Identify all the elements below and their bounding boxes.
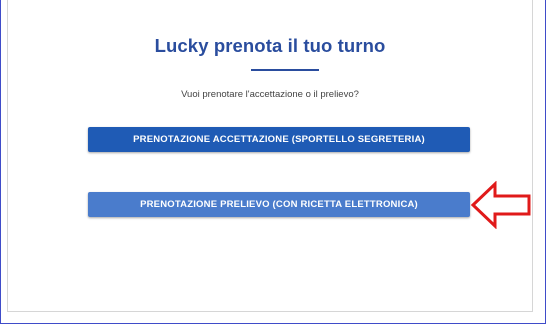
window-frame: Lucky prenota il tuo turno Vuoi prenotar…	[0, 0, 546, 324]
booking-question: Vuoi prenotare l'accettazione o il preli…	[181, 89, 359, 100]
arrow-shape	[470, 181, 531, 229]
booking-card: Lucky prenota il tuo turno Vuoi prenotar…	[7, 0, 533, 312]
page-title: Lucky prenota il tuo turno	[154, 35, 386, 56]
prenotazione-accettazione-button[interactable]: PRENOTAZIONE ACCETTAZIONE (SPORTELLO SEG…	[88, 127, 470, 152]
title-underline	[251, 69, 319, 71]
left-arrow-icon	[470, 181, 531, 229]
prenotazione-prelievo-button[interactable]: PRENOTAZIONE PRELIEVO (CON RICETTA ELETT…	[88, 192, 470, 217]
